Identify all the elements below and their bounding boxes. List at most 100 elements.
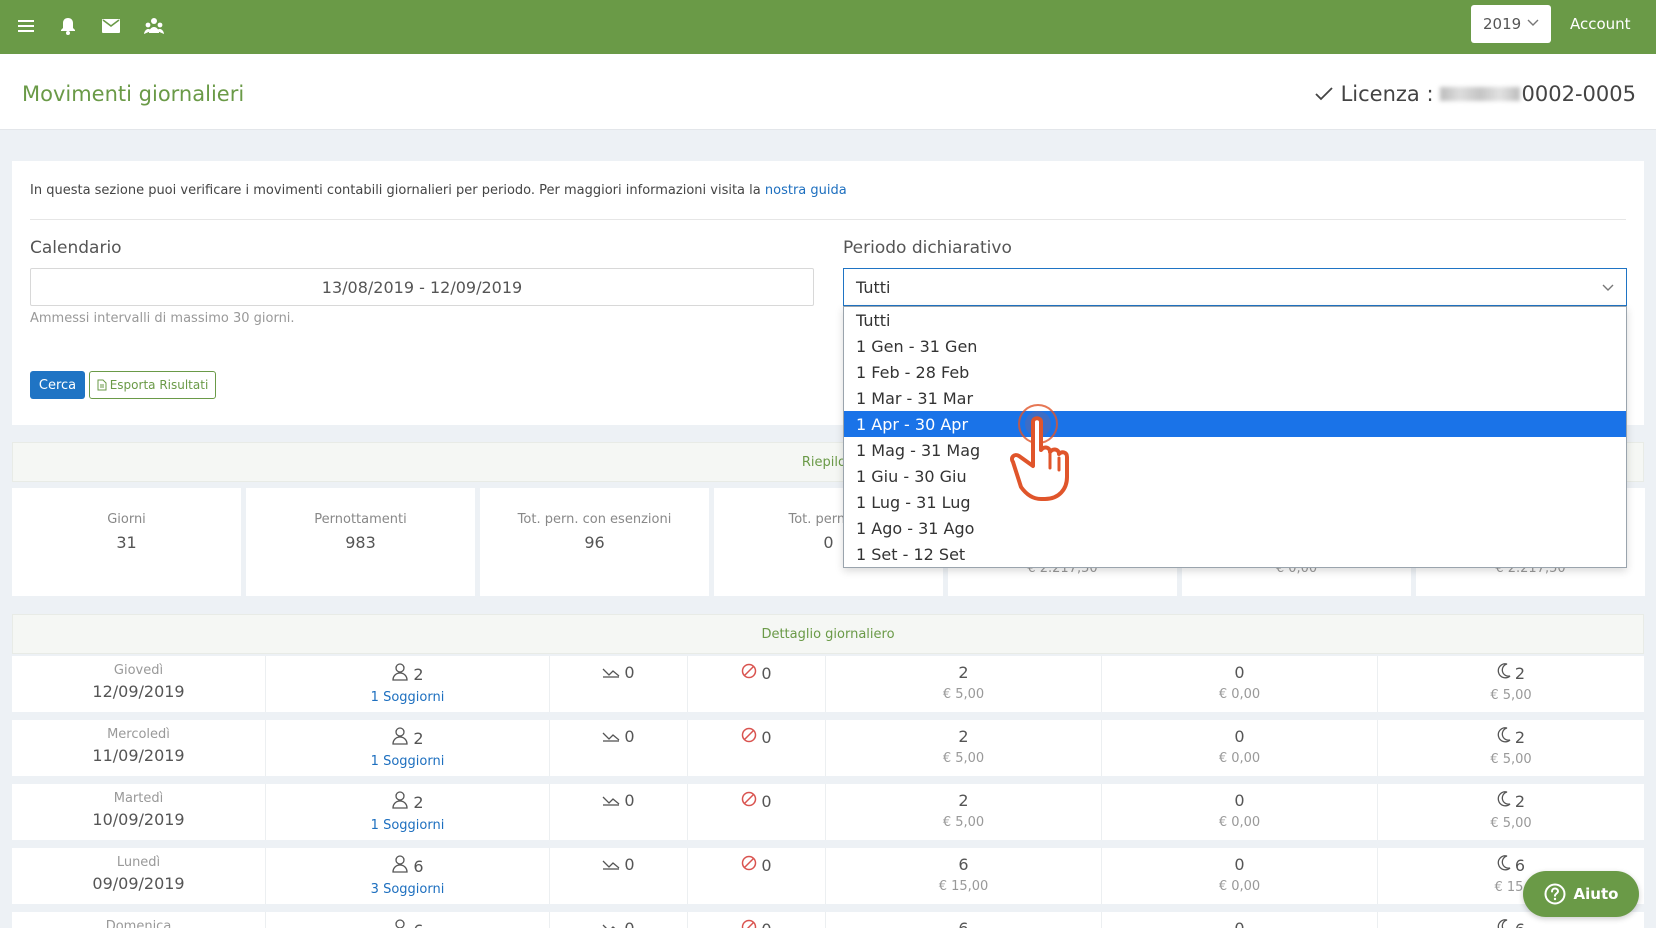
exempt-count: 0 [761,920,771,928]
checkout-icon [602,855,620,874]
taxed-count: 2 [958,791,969,810]
checkout-icon [602,791,620,810]
moon-icon [1497,855,1511,875]
other-amount: € 0,00 [1218,751,1261,766]
period-option[interactable]: 1 Set - 12 Set [844,541,1626,567]
stat-value: 96 [584,533,605,552]
person-icon [391,727,409,749]
stays-link[interactable]: 1 Soggiorni [266,690,549,705]
date-range-input[interactable]: 13/08/2019 - 12/09/2019 [30,268,814,306]
stays-link[interactable]: 1 Soggiorni [266,754,549,769]
people-icon[interactable] [142,14,166,38]
taxed-amount: € 15,00 [938,879,989,894]
top-navbar: 2019 Account [0,0,1656,54]
detail-header: Dettaglio giornaliero [12,614,1644,654]
table-cell: 0 [549,720,687,776]
nights-amount: € 5,00 [1490,688,1532,703]
table-cell: 0 € 0,00 [1101,784,1377,840]
mail-icon[interactable] [99,14,123,38]
person-icon [391,919,409,928]
ban-icon [741,727,757,747]
guide-link[interactable]: nostra guida [765,183,847,198]
period-option[interactable]: 1 Mar - 31 Mar [844,385,1626,411]
year-select[interactable]: 2019 [1471,5,1551,43]
guests-count: 2 [413,664,424,684]
stat-label: Giorni [107,512,146,527]
exempt-count: 0 [761,663,772,683]
table-cell: 2 1 Soggiorni [265,720,549,776]
table-row: Giovedì 12/09/2019 2 1 Soggiorni 0 0 2 € 5,00 0 €… [12,656,1644,712]
taxed-count: 2 [958,663,969,682]
table-cell: 2 € 5,00 [825,784,1101,840]
stays-link[interactable]: 3 Soggiorni [266,882,549,897]
period-option-selected[interactable]: 1 Apr - 30 Apr [844,411,1626,437]
table-cell: 0 [549,912,687,928]
table-cell: Giovedì 12/09/2019 [12,656,265,712]
other-count: 0 [1234,663,1245,682]
ban-icon [741,919,757,928]
stat-label: Tot. pern. con esenzioni [517,512,672,527]
table-cell: Domenica [12,912,265,928]
taxed-amount: € 5,00 [942,815,985,830]
intro-sentence: In questa sezione puoi verificare i movi… [30,183,761,198]
license-label: Licenza : [1340,82,1434,106]
taxed-count: 6 [958,855,969,874]
account-link[interactable]: Account [1570,15,1631,33]
table-cell: 6 € 15,00 [825,848,1101,904]
taxed-amount: € 5,00 [942,687,985,702]
checkout-icon [602,919,620,928]
period-option[interactable]: Tutti [844,307,1626,333]
checkout-icon [602,663,620,682]
table-cell: 0 [687,656,825,712]
checkout-count: 0 [624,791,635,810]
nights-amount: € 5,00 [1490,752,1532,767]
stat-giorni: Giorni 31 [12,488,241,596]
menu-icon[interactable] [14,14,38,38]
guests-count: 2 [413,792,424,812]
stat-pernottamenti: Pernottamenti 983 [246,488,475,596]
help-label: Aiuto [1573,885,1619,903]
period-select[interactable]: Tutti [843,268,1627,306]
nights-count: 6 [1514,855,1526,875]
moon-icon [1497,663,1511,683]
table-cell: 2 1 Soggiorni [265,784,549,840]
person-icon [391,791,409,813]
table-cell: 0 [687,912,825,928]
ban-icon [741,791,757,811]
exempt-count: 0 [761,727,772,747]
period-option[interactable]: 1 Ago - 31 Ago [844,515,1626,541]
table-cell: 0 [1101,912,1377,928]
table-cell: Mercoledì 11/09/2019 [12,720,265,776]
period-option[interactable]: 1 Gen - 31 Gen [844,333,1626,359]
period-option[interactable]: 1 Mag - 31 Mag [844,437,1626,463]
table-cell: 6 [265,912,549,928]
checkout-count: 0 [624,919,634,928]
table-cell: 0 [687,720,825,776]
export-button[interactable]: Esporta Risultati [89,371,216,399]
document-icon [97,379,107,391]
other-count: 0 [1234,727,1245,746]
table-cell: 2 € 5,00 [825,656,1101,712]
search-button[interactable]: Cerca [30,371,85,399]
weekday: Lunedì [116,855,161,870]
period-option[interactable]: 1 Lug - 31 Lug [844,489,1626,515]
stays-link[interactable]: 1 Soggiorni [266,818,549,833]
table-cell: 0 € 0,00 [1101,656,1377,712]
export-label: Esporta Risultati [109,378,209,392]
other-count: 0 [1234,919,1244,928]
year-value: 2019 [1483,15,1522,33]
checkout-count: 0 [624,663,635,682]
moon-icon [1497,791,1511,811]
license-info: Licenza : 0002-0005 [1314,82,1636,106]
stat-value: 983 [345,533,376,552]
period-option[interactable]: 1 Giu - 30 Giu [844,463,1626,489]
divider [30,219,1626,220]
help-button[interactable]: Aiuto [1523,871,1639,917]
bell-icon[interactable] [56,14,80,38]
period-option[interactable]: 1 Feb - 28 Feb [844,359,1626,385]
row-date: 10/09/2019 [92,810,185,829]
row-date: 12/09/2019 [92,682,185,701]
checkout-count: 0 [624,727,635,746]
weekday: Giovedì [113,663,164,678]
row-date: 11/09/2019 [92,746,185,765]
